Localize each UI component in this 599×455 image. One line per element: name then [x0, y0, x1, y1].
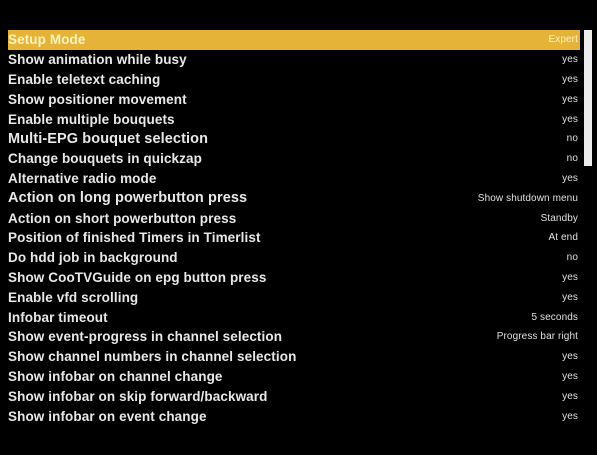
menu-item-label: Show positioner movement — [8, 91, 187, 107]
menu-item-label: Action on long powerbutton press — [8, 190, 248, 207]
menu-item-label: Show event-progress in channel selection — [8, 329, 283, 345]
menu-item-long-powerbutton[interactable]: Action on long powerbutton press Show sh… — [8, 188, 580, 208]
menu-item-label: Show infobar on skip forward/backward — [8, 388, 268, 404]
menu-item-multi-epg-bouquet[interactable]: Multi-EPG bouquet selection no — [8, 129, 580, 149]
settings-screen: Setup Mode Expert Show animation while b… — [0, 0, 597, 455]
menu-item-value: 5 seconds — [531, 311, 578, 323]
menu-item-label: Show animation while busy — [8, 52, 187, 68]
menu-item-value: Standby — [540, 212, 578, 224]
scrollbar-thumb[interactable] — [584, 30, 592, 166]
menu-item-label: Show infobar on channel change — [8, 368, 223, 384]
menu-item-vfd-scrolling[interactable]: Enable vfd scrolling yes — [8, 287, 580, 307]
menu-item-value: no — [566, 133, 578, 145]
menu-item-multiple-bouquets[interactable]: Enable multiple bouquets yes — [8, 109, 580, 129]
menu-item-value: yes — [562, 370, 578, 382]
menu-item-value: yes — [562, 73, 578, 85]
menu-item-value: yes — [562, 93, 578, 105]
menu-item-value: yes — [562, 410, 578, 422]
settings-menu-list: Setup Mode Expert Show animation while b… — [8, 30, 580, 426]
menu-item-label: Position of finished Timers in Timerlist — [8, 230, 261, 246]
menu-item-label: Action on short powerbutton press — [8, 210, 237, 226]
menu-item-label: Enable vfd scrolling — [8, 289, 139, 305]
menu-item-label: Infobar timeout — [8, 309, 108, 325]
menu-item-label: Show channel numbers in channel selectio… — [8, 349, 297, 365]
menu-item-infobar-event-change[interactable]: Show infobar on event change yes — [8, 406, 580, 426]
menu-item-alternative-radio[interactable]: Alternative radio mode yes — [8, 169, 580, 189]
menu-item-infobar-skip[interactable]: Show infobar on skip forward/backward ye… — [8, 386, 580, 406]
menu-item-value: At end — [548, 232, 578, 244]
menu-item-hdd-job-background[interactable]: Do hdd job in background no — [8, 248, 580, 268]
menu-item-label: Show infobar on event change — [8, 408, 207, 424]
menu-item-cootvguide-epg[interactable]: Show CooTVGuide on epg button press yes — [8, 268, 580, 288]
menu-item-value: yes — [562, 271, 578, 283]
menu-item-label: Alternative radio mode — [8, 170, 157, 186]
menu-item-value: no — [566, 153, 578, 165]
menu-item-channel-numbers[interactable]: Show channel numbers in channel selectio… — [8, 347, 580, 367]
menu-item-quickzap-bouquets[interactable]: Change bouquets in quickzap no — [8, 149, 580, 169]
menu-item-infobar-channel-change[interactable]: Show infobar on channel change yes — [8, 367, 580, 387]
menu-item-value: yes — [562, 351, 578, 363]
menu-item-value: yes — [562, 172, 578, 184]
menu-item-label: Enable multiple bouquets — [8, 111, 175, 127]
menu-item-value: no — [566, 252, 578, 264]
menu-item-value: Progress bar right — [496, 331, 578, 343]
menu-item-infobar-timeout[interactable]: Infobar timeout 5 seconds — [8, 307, 580, 327]
menu-item-value: Show shutdown menu — [477, 192, 578, 204]
menu-item-teletext-caching[interactable]: Enable teletext caching yes — [8, 70, 580, 90]
menu-item-event-progress[interactable]: Show event-progress in channel selection… — [8, 327, 580, 347]
menu-item-label: Do hdd job in background — [8, 250, 178, 266]
menu-item-setup-mode[interactable]: Setup Mode Expert — [8, 30, 580, 50]
menu-item-value: yes — [562, 54, 578, 66]
menu-item-short-powerbutton[interactable]: Action on short powerbutton press Standb… — [8, 208, 580, 228]
menu-item-value: yes — [562, 390, 578, 402]
menu-item-value: yes — [562, 113, 578, 125]
menu-item-value: yes — [562, 291, 578, 303]
menu-item-value: Expert — [548, 34, 578, 46]
menu-item-finished-timers-position[interactable]: Position of finished Timers in Timerlist… — [8, 228, 580, 248]
menu-item-show-animation[interactable]: Show animation while busy yes — [8, 50, 580, 70]
menu-item-label: Change bouquets in quickzap — [8, 151, 202, 167]
menu-item-label: Multi-EPG bouquet selection — [8, 130, 209, 147]
menu-scrollbar[interactable] — [584, 30, 592, 455]
menu-item-label: Enable teletext caching — [8, 71, 161, 87]
menu-item-label: Setup Mode — [8, 32, 86, 48]
menu-item-label: Show CooTVGuide on epg button press — [8, 269, 267, 285]
menu-item-positioner-movement[interactable]: Show positioner movement yes — [8, 89, 580, 109]
